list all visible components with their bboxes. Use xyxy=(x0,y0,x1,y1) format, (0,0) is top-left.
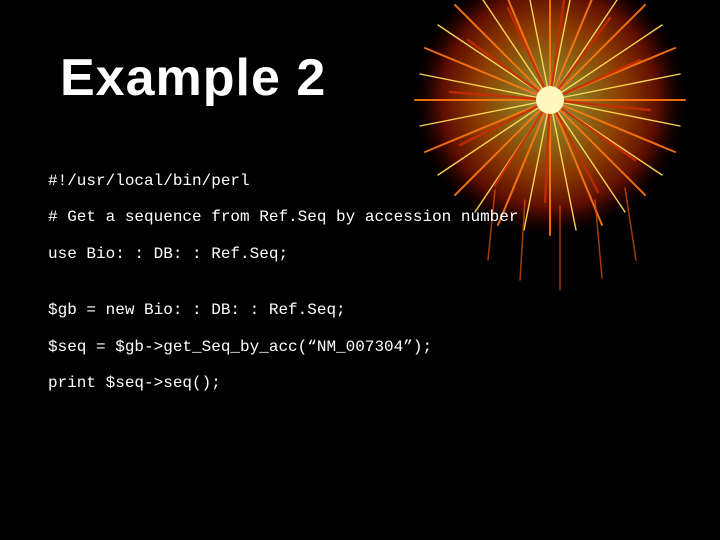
code-line: $seq = $gb->get_Seq_by_acc(“NM_007304”); xyxy=(48,336,672,358)
code-line: use Bio: : DB: : Ref.Seq; xyxy=(48,243,672,265)
code-line: $gb = new Bio: : DB: : Ref.Seq; xyxy=(48,299,672,321)
code-line: #!/usr/local/bin/perl xyxy=(48,170,672,192)
code-block: #!/usr/local/bin/perl # Get a sequence f… xyxy=(48,170,672,408)
blank-line xyxy=(48,279,672,299)
code-line: print $seq->seq(); xyxy=(48,372,672,394)
slide: Example 2 #!/usr/local/bin/perl # Get a … xyxy=(0,0,720,540)
slide-title: Example 2 xyxy=(60,48,326,108)
code-line: # Get a sequence from Ref.Seq by accessi… xyxy=(48,206,672,228)
